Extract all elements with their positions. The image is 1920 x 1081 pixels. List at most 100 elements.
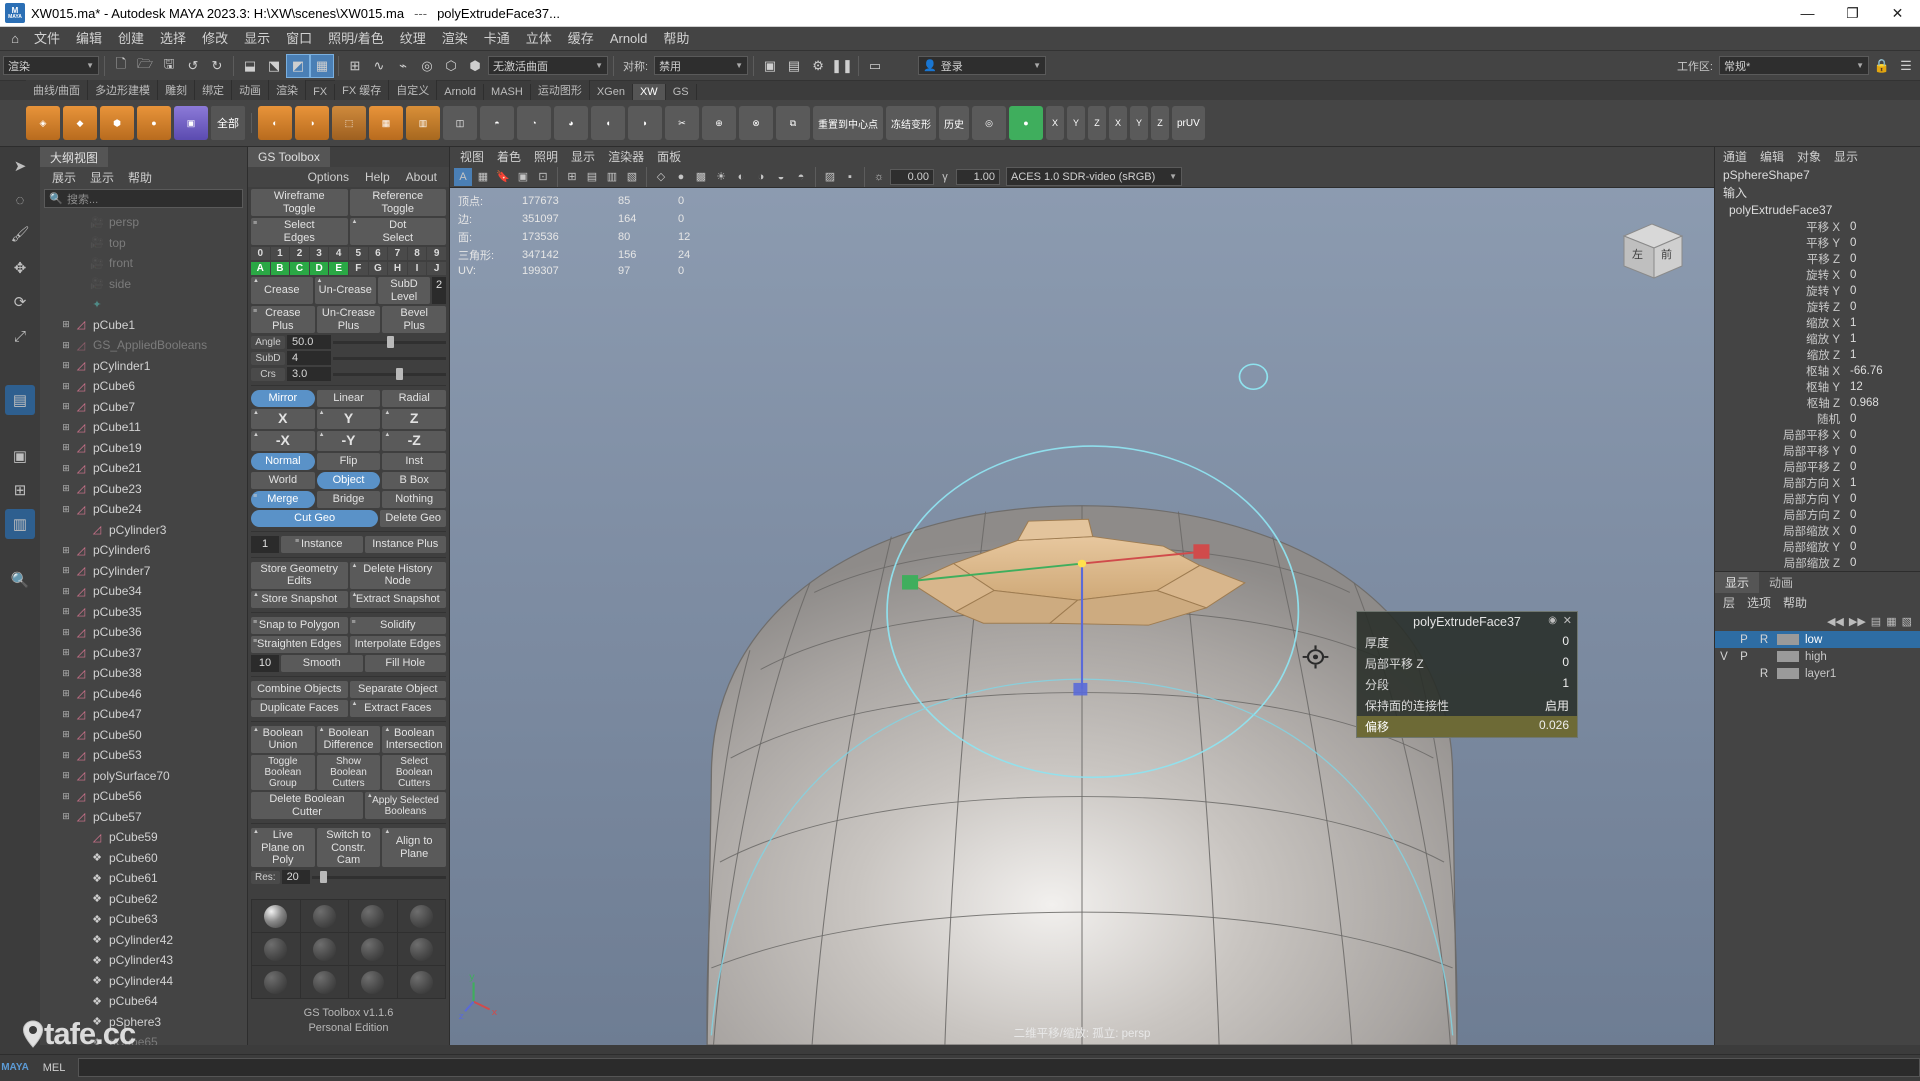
- shelf-button-axis-y2[interactable]: Y: [1130, 106, 1148, 140]
- channel-box-row[interactable]: 缩放 X1: [1715, 315, 1920, 331]
- gs-delete-history-node-button[interactable]: ▲Delete History Node: [350, 562, 447, 589]
- gs-interpolate-edges-button[interactable]: Interpolate Edges: [350, 636, 447, 653]
- gs-show-boolean-cutters-button[interactable]: Show Boolean Cutters: [317, 755, 381, 791]
- layer-row[interactable]: PRlow: [1715, 631, 1920, 648]
- shelf-button-freeze-transform[interactable]: 冻结变形: [886, 106, 936, 140]
- outliner-item[interactable]: ⊞◿polySurface70: [40, 766, 247, 787]
- gs-material-preview-grid[interactable]: [251, 899, 446, 999]
- gs-res-slider[interactable]: [312, 870, 446, 884]
- outliner-item[interactable]: ⊞◿pCube24: [40, 499, 247, 520]
- select-tool-icon[interactable]: ➤: [5, 151, 35, 181]
- gs-boolean-union-button[interactable]: ▲Boolean Union: [251, 726, 315, 753]
- channel-value[interactable]: 0: [1846, 557, 1920, 569]
- outliner-item[interactable]: ⊞◿pCube56: [40, 786, 247, 807]
- channel-box-row[interactable]: 枢轴 X-66.76: [1715, 363, 1920, 379]
- resolution-gate-icon[interactable]: ▥: [603, 168, 621, 186]
- gs-axis-y-button[interactable]: ▲Y: [317, 409, 381, 429]
- channel-box-row[interactable]: 平移 Y0: [1715, 235, 1920, 251]
- viewport-menu-lighting[interactable]: 照明: [534, 148, 558, 165]
- channel-box-row[interactable]: 缩放 Y1: [1715, 331, 1920, 347]
- gs-solidify-button[interactable]: ≡Solidify: [350, 617, 447, 634]
- channel-box-row[interactable]: 局部方向 Z0: [1715, 507, 1920, 523]
- shelf-tab-animation[interactable]: 动画: [232, 80, 269, 100]
- outliner-expand-toggle[interactable]: ⊞: [60, 545, 72, 556]
- shelf-icon-uv-cube[interactable]: ▣: [174, 106, 208, 140]
- channel-value[interactable]: 0.968: [1846, 397, 1920, 409]
- outliner-expand-toggle[interactable]: ⊞: [60, 565, 72, 576]
- outliner-item[interactable]: ❖pCylinder42: [40, 930, 247, 951]
- slider-knob[interactable]: [387, 336, 394, 348]
- layer-delete-icon[interactable]: ▧: [1902, 615, 1912, 628]
- slider-knob[interactable]: [320, 871, 327, 883]
- shelf-icon-fill-hole[interactable]: ◗: [628, 106, 662, 140]
- options-handle-icon[interactable]: ≡: [295, 539, 299, 545]
- outliner-expand-toggle[interactable]: ⊞: [60, 504, 72, 515]
- menu-item-edit[interactable]: 编辑: [68, 27, 110, 51]
- gs-live-plane-on-poly-button[interactable]: ▲Live Plane on Poly: [251, 828, 315, 867]
- gs-smooth-count-value[interactable]: 10: [251, 655, 279, 672]
- rotate-tool-icon[interactable]: ⟳: [5, 287, 35, 317]
- menu-item-window[interactable]: 窗口: [278, 27, 320, 51]
- gs-number-cell[interactable]: 4: [329, 247, 348, 260]
- live-surface-dropdown[interactable]: 无激活曲面 ▼: [488, 56, 608, 75]
- shelf-icon-extrude[interactable]: ◐: [258, 106, 292, 140]
- options-handle-icon[interactable]: ≡: [253, 639, 257, 645]
- gs-store-snapshot-button[interactable]: ▲Store Snapshot: [251, 591, 348, 608]
- gs-bevel-plus-button[interactable]: Bevel Plus: [382, 306, 446, 333]
- outliner-expand-toggle[interactable]: ⊞: [60, 709, 72, 720]
- menu-set-dropdown[interactable]: 渲染 ▼: [3, 56, 99, 75]
- shelf-button-axis-z2[interactable]: Z: [1151, 106, 1169, 140]
- gs-material-swatch[interactable]: [398, 966, 446, 998]
- gs-number-cell[interactable]: 3: [310, 247, 329, 260]
- shelf-tab-motiongraphics[interactable]: 运动图形: [531, 80, 590, 100]
- outliner-item[interactable]: ⊞◿pCube46: [40, 684, 247, 705]
- minimize-button[interactable]: —: [1785, 0, 1830, 27]
- gs-material-swatch[interactable]: [349, 933, 397, 965]
- channel-box-row[interactable]: 旋转 Y0: [1715, 283, 1920, 299]
- gs-menu-help[interactable]: Help: [365, 170, 390, 184]
- channel-value[interactable]: 1: [1846, 477, 1920, 489]
- gs-straighten-edges-button[interactable]: ≡Straighten Edges: [251, 636, 348, 653]
- exposure-icon[interactable]: ☼: [870, 168, 888, 186]
- gs-letter-cell[interactable]: H: [388, 262, 407, 275]
- gs-combine-objects-button[interactable]: Combine Objects: [251, 681, 348, 698]
- gamma-value-field[interactable]: 1.00: [956, 169, 1000, 185]
- tool-overlay-value[interactable]: 启用: [1545, 697, 1569, 714]
- gs-select-edges-button[interactable]: ≡ Select Edges: [251, 218, 348, 245]
- outliner-expand-toggle[interactable]: ⊞: [60, 627, 72, 638]
- cb-menu-channels[interactable]: 通道: [1723, 148, 1747, 165]
- gs-number-cell[interactable]: 7: [388, 247, 407, 260]
- gs-angle-value[interactable]: 50.0: [287, 335, 331, 349]
- tool-overlay-value[interactable]: 1: [1562, 676, 1569, 693]
- shelf-icon-target-weld[interactable]: ⊕: [702, 106, 736, 140]
- symmetry-dropdown[interactable]: 禁用 ▼: [654, 56, 748, 75]
- workspace-dropdown[interactable]: 常规* ▼: [1719, 56, 1869, 75]
- shelf-tab-polymodeling[interactable]: 多边形建模: [88, 80, 158, 100]
- outliner-item[interactable]: ❖pCube61: [40, 868, 247, 889]
- gs-reference-toggle-button[interactable]: Reference Toggle: [350, 189, 447, 216]
- grid-toggle-icon[interactable]: ⊞: [563, 168, 581, 186]
- two-d-pan-zoom-icon[interactable]: ⊡: [534, 168, 552, 186]
- maximize-button[interactable]: ❐: [1830, 0, 1875, 27]
- channel-box-row[interactable]: 随机0: [1715, 411, 1920, 427]
- gs-material-swatch[interactable]: [398, 900, 446, 932]
- outliner-item[interactable]: 🎥side: [40, 274, 247, 295]
- gs-letter-cell[interactable]: A: [251, 262, 270, 275]
- channel-box-row[interactable]: 局部方向 X1: [1715, 475, 1920, 491]
- shelf-tab-xgen[interactable]: XGen: [590, 84, 633, 100]
- gs-dot-select-button[interactable]: ▲ Dot Select: [350, 218, 447, 245]
- tool-overlay-value[interactable]: 0: [1562, 634, 1569, 651]
- gs-material-swatch[interactable]: [301, 900, 349, 932]
- shelf-button-axis-y1[interactable]: Y: [1067, 106, 1085, 140]
- select-camera-icon[interactable]: A: [454, 168, 472, 186]
- gs-extract-faces-button[interactable]: ▲Extract Faces: [350, 700, 447, 717]
- gs-axis-x-button[interactable]: ▲X: [251, 409, 315, 429]
- shelf-icon-smooth[interactable]: ◓: [480, 106, 514, 140]
- gs-letter-cell[interactable]: G: [369, 262, 388, 275]
- gs-crease-button[interactable]: ▲ Crease: [251, 277, 313, 304]
- gs-material-swatch[interactable]: [301, 933, 349, 965]
- shelf-icon-mirror[interactable]: ◫: [443, 106, 477, 140]
- tool-overlay-row[interactable]: 厚度 0: [1357, 632, 1577, 653]
- outliner-item[interactable]: ⊞◿pCube37: [40, 643, 247, 664]
- layer-prev-icon[interactable]: ◀◀: [1827, 615, 1844, 628]
